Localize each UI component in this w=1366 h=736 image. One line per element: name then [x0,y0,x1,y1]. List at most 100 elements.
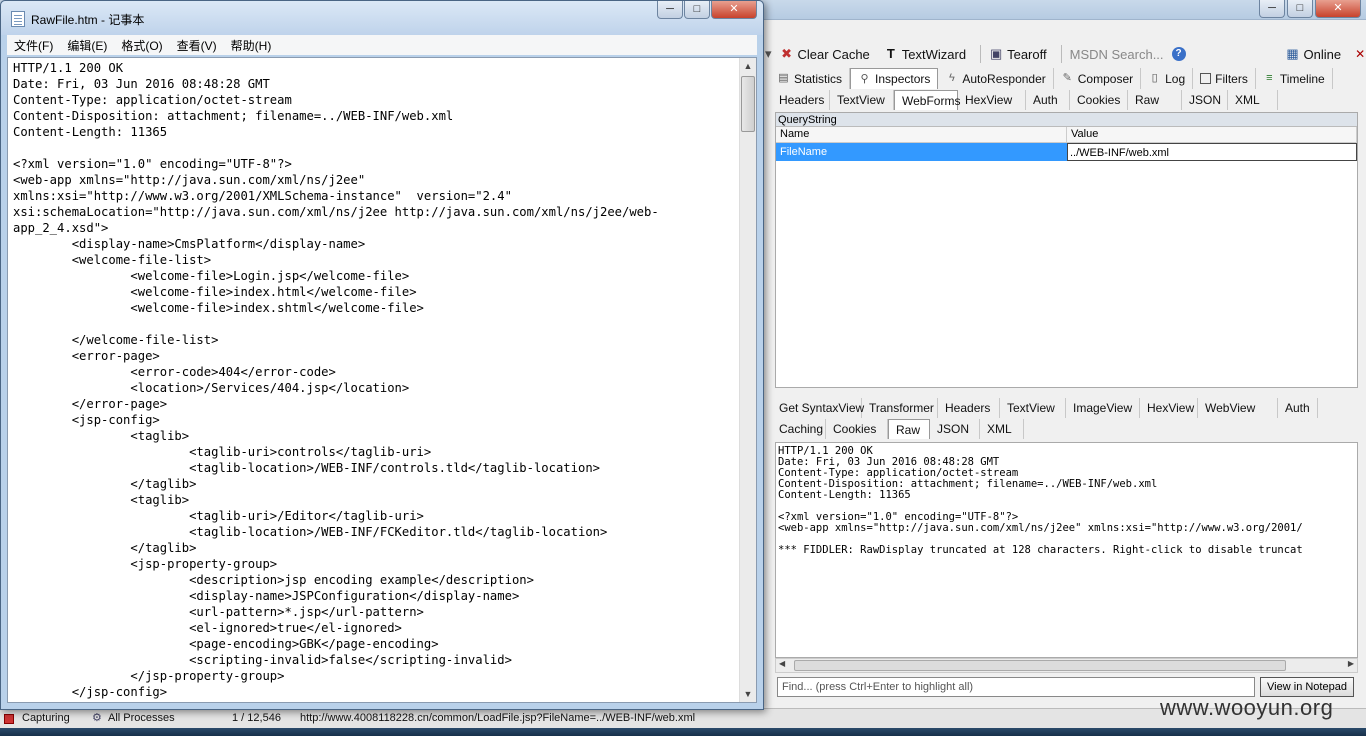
capturing-label[interactable]: Capturing [22,709,70,728]
msdn-search-input[interactable]: MSDN Search... [1070,47,1164,62]
tab-label: Raw [1135,93,1160,107]
menu-help[interactable]: 帮助(H) [224,37,279,54]
capturing-icon[interactable] [4,714,14,724]
scrollbar-thumb[interactable] [794,660,1286,671]
editor-text[interactable]: HTTP/1.1 200 OK Date: Fri, 03 Jun 2016 0… [13,60,735,700]
tearoff-icon: ▣ [989,46,1003,61]
fiddler-maximize-button[interactable]: □ [1287,0,1313,18]
resp-tab-hexview[interactable]: HexView [1140,398,1198,418]
req-tab-xml[interactable]: XML [1228,90,1278,110]
tab-label: Raw [896,422,921,437]
tab-label: Statistics [794,71,843,86]
tab-label: ImageView [1073,401,1133,415]
menu-format[interactable]: 格式(O) [114,37,169,54]
menu-view[interactable]: 查看(V) [170,37,224,54]
resp-tab-cookies[interactable]: Cookies [826,419,888,439]
tab-label: Inspectors [875,72,931,86]
tab-log[interactable]: ▯ Log [1141,68,1194,89]
log-icon: ▯ [1151,72,1158,84]
resp-tab-raw[interactable]: Raw [888,419,930,439]
tab-label: HexView [1147,401,1195,415]
find-input[interactable]: Find... (press Ctrl+Enter to highlight a… [777,677,1255,697]
tab-label: Cookies [1077,93,1121,107]
tab-label: TextView [837,93,885,107]
scroll-right-icon[interactable]: ▶ [1348,659,1354,668]
notepad-editor[interactable]: HTTP/1.1 200 OK Date: Fri, 03 Jun 2016 0… [7,57,757,703]
help-icon[interactable]: ? [1171,47,1186,61]
scroll-down-icon[interactable]: ▼ [740,686,756,702]
tab-label: Auth [1033,93,1058,107]
req-tab-auth[interactable]: Auth [1026,90,1070,110]
online-indicator[interactable]: ▦ Online [1286,46,1342,62]
scroll-left-icon[interactable]: ◀ [779,659,785,668]
tab-filters[interactable]: Filters [1193,68,1256,89]
raw-response-text[interactable]: HTTP/1.1 200 OK Date: Fri, 03 Jun 2016 0… [776,443,1357,559]
resp-tab-imageview[interactable]: ImageView [1066,398,1140,418]
textwizard-icon: T [886,46,895,61]
req-tab-json[interactable]: JSON [1182,90,1228,110]
tab-autoresponder[interactable]: ϟ AutoResponder [938,68,1054,89]
tab-statistics[interactable]: ▤ Statistics [770,68,851,89]
toolbar-overflow-icon[interactable]: ▾ [765,46,772,62]
notepad-window: RawFile.htm - 记事本 ─ □ ✕ 文件(F) 编辑(E) 格式(O… [0,0,764,710]
resp-tab-xml[interactable]: XML [980,419,1024,439]
row-name-cell[interactable]: FileName [776,143,1067,161]
tab-inspectors[interactable]: ⚲ Inspectors [850,68,939,89]
menu-file[interactable]: 文件(F) [7,37,60,54]
horizontal-scrollbar[interactable]: ◀ ▶ [775,658,1358,673]
notepad-titlebar[interactable]: RawFile.htm - 记事本 ─ □ ✕ [1,1,763,35]
resp-tab-auth[interactable]: Auth [1278,398,1318,418]
textwizard-button[interactable]: T TextWizard [884,47,966,62]
tearoff-button[interactable]: ▣ Tearoff [989,47,1047,62]
raw-response-panel[interactable]: HTTP/1.1 200 OK Date: Fri, 03 Jun 2016 0… [775,442,1358,658]
resp-tab-webview[interactable]: WebView [1198,398,1278,418]
req-tab-raw[interactable]: Raw [1128,90,1182,110]
req-tab-hexview[interactable]: HexView [958,90,1026,110]
notepad-minimize-button[interactable]: ─ [657,1,683,19]
resp-tab-caching[interactable]: Caching [772,419,826,439]
menu-edit[interactable]: 编辑(E) [60,37,114,54]
tab-label: HexView [965,93,1013,107]
tab-label: Log [1165,71,1186,86]
tab-label: Get SyntaxView [779,401,865,415]
vertical-scrollbar[interactable]: ▲ ▼ [739,58,756,702]
table-row[interactable]: FileName ../WEB-INF/web.xml [776,143,1357,161]
processes-filter[interactable]: All Processes [108,709,175,728]
tab-label: Filters [1215,71,1248,86]
tab-composer[interactable]: ✎ Composer [1054,68,1142,89]
scrollbar-thumb[interactable] [741,76,755,132]
req-tab-textview[interactable]: TextView [830,90,894,110]
response-inspector-tabs-row1: Get SyntaxView Transformer Headers TextV… [772,398,1318,418]
tab-label: TextView [1007,401,1055,415]
resp-tab-textview[interactable]: TextView [1000,398,1066,418]
taskbar [0,728,1366,736]
column-header-name[interactable]: Name [776,127,1067,142]
close-toolbar-icon[interactable]: ✕ [1355,47,1365,61]
tab-label: Auth [1285,401,1310,415]
scroll-up-icon[interactable]: ▲ [740,58,756,74]
resp-tab-transformer[interactable]: Transformer [862,398,938,418]
online-icon: ▦ [1286,46,1299,61]
resp-tab-headers[interactable]: Headers [938,398,1000,418]
tab-label: AutoResponder [962,71,1046,86]
view-in-notepad-button[interactable]: View in Notepad [1260,677,1354,697]
fiddler-close-button[interactable]: ✕ [1315,0,1361,18]
querystring-header: Name Value [776,127,1357,143]
notepad-menubar: 文件(F) 编辑(E) 格式(O) 查看(V) 帮助(H) [7,35,757,55]
resp-tab-json[interactable]: JSON [930,419,980,439]
tab-timeline[interactable]: ≡ Timeline [1256,68,1333,89]
column-header-value[interactable]: Value [1067,127,1357,142]
tab-label: XML [987,422,1012,436]
row-value-cell[interactable]: ../WEB-INF/web.xml [1067,143,1357,161]
req-tab-webforms[interactable]: WebForms [894,90,960,110]
clear-cache-button[interactable]: ✖ Clear Cache [780,47,870,62]
resp-tab-syntaxview[interactable]: Get SyntaxView [772,398,865,418]
clear-cache-icon: ✖ [781,46,792,61]
online-label: Online [1303,46,1342,62]
notepad-maximize-button[interactable]: □ [684,1,710,19]
notepad-close-button[interactable]: ✕ [711,1,757,19]
req-tab-cookies[interactable]: Cookies [1070,90,1128,110]
autoresponder-icon: ϟ [948,72,955,84]
req-tab-headers[interactable]: Headers [772,90,830,110]
fiddler-minimize-button[interactable]: ─ [1259,0,1285,18]
